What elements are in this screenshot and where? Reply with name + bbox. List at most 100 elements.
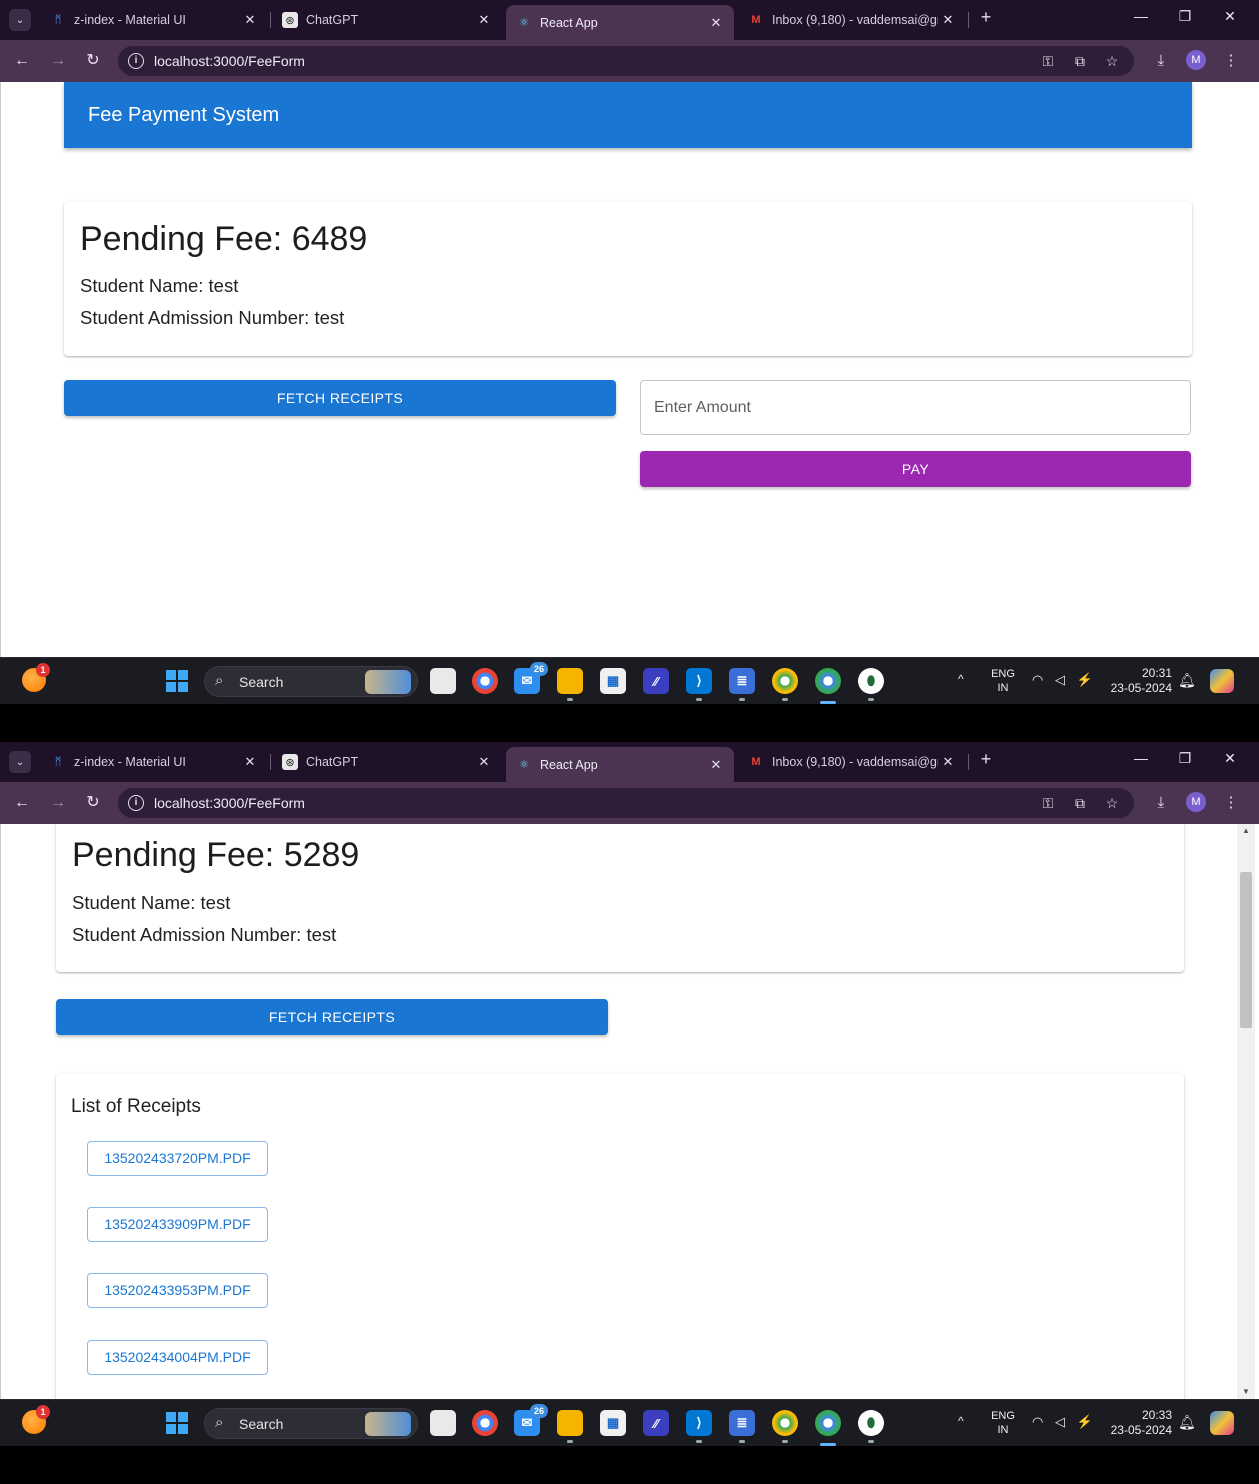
url-text[interactable]: localhost:3000/FeeForm [154,795,305,811]
tab-material-ui[interactable]: ᛗ z-index - Material UI ✕ [40,746,268,778]
url-text[interactable]: localhost:3000/FeeForm [154,53,305,69]
scroll-down-arrow-icon[interactable]: ▼ [1237,1385,1255,1399]
vscode-icon[interactable]: ⟩ [686,668,712,701]
mail-app-icon[interactable]: ✉ 26 [514,1404,548,1436]
weather-widget-icon[interactable]: 1 [22,663,50,692]
receipt-link[interactable]: 135202434004PM.PDF [87,1340,268,1375]
receipt-link[interactable]: 135202433953PM.PDF [87,1273,268,1308]
page-scrollbar[interactable]: ▲ ▼ [1237,824,1255,1399]
receipt-link[interactable]: 135202433720PM.PDF [87,1141,268,1176]
amount-input[interactable] [640,380,1191,435]
weather-widget-icon[interactable]: 1 [22,1405,50,1434]
store-icon[interactable]: ▦ [600,1410,626,1436]
clock[interactable]: 20:33 23-05-2024 [1104,1408,1172,1438]
chrome-active-icon[interactable] [815,668,841,694]
tab-react-app[interactable]: ⚛ React App ✕ [506,5,734,40]
tab-react-app[interactable]: ⚛ React App ✕ [506,747,734,782]
close-window-button[interactable]: ✕ [1218,750,1242,772]
notepad-icon[interactable]: ≣ [729,668,755,701]
install-app-icon[interactable]: ⧉ [1070,51,1090,71]
taskbar-search[interactable]: ⌕ Search [204,666,418,697]
windows-start-icon[interactable] [166,1412,188,1434]
site-info-icon[interactable]: i [128,53,144,69]
notification-bell-icon[interactable]: 🔔︎ [1178,672,1196,689]
close-tab-icon[interactable]: ✕ [938,12,958,28]
tray-overflow-icon[interactable]: ^ [958,672,964,686]
tray-overflow-icon[interactable]: ^ [958,1414,964,1428]
copilot-icon[interactable] [1210,669,1234,693]
chrome-active-icon[interactable] [815,1410,841,1436]
key-icon[interactable]: ⚿ [1038,793,1058,813]
task-view-icon[interactable] [430,668,456,694]
new-tab-button[interactable]: + [976,749,996,773]
chrome-icon[interactable] [472,1410,498,1436]
download-icon[interactable]: ⤓ [1150,792,1172,814]
profile-avatar[interactable]: M [1186,792,1206,812]
copilot-icon[interactable] [1210,1411,1234,1435]
vscode-icon[interactable]: ⟩ [686,1410,712,1443]
task-view-icon[interactable] [430,1410,456,1436]
tab-gmail[interactable]: M Inbox (9,180) - vaddemsai@gm ✕ [738,4,966,36]
wifi-volume-battery-icons[interactable]: ◠ ◁ ⚡ [1032,1414,1097,1430]
chrome-profile-icon[interactable] [772,668,798,701]
language-indicator[interactable]: ENG IN [988,667,1018,695]
restore-button[interactable]: ❐ [1173,750,1197,772]
mongodb-compass-icon[interactable]: ⁄⁄ [643,668,669,694]
wifi-volume-battery-icons[interactable]: ◠ ◁ ⚡ [1032,672,1097,688]
forward-button[interactable]: → [47,792,69,814]
install-app-icon[interactable]: ⧉ [1070,793,1090,813]
close-tab-icon[interactable]: ✕ [474,12,494,28]
language-indicator[interactable]: ENG IN [988,1409,1018,1437]
scroll-up-arrow-icon[interactable]: ▲ [1237,824,1255,838]
menu-dots-icon[interactable]: ⋮ [1220,792,1242,814]
tab-search-menu[interactable]: ⌄ [9,751,31,773]
mongodb-icon[interactable]: ⬮ [858,668,884,701]
address-bar[interactable]: i localhost:3000/FeeForm ⚿ ⧉ ☆ [118,788,1134,818]
chrome-icon[interactable] [472,668,498,694]
notification-bell-icon[interactable]: 🔔︎ [1178,1414,1196,1431]
site-info-icon[interactable]: i [128,795,144,811]
clock[interactable]: 20:31 23-05-2024 [1104,666,1172,696]
close-tab-icon[interactable]: ✕ [240,754,260,770]
close-tab-icon[interactable]: ✕ [474,754,494,770]
profile-avatar[interactable]: M [1186,50,1206,70]
fetch-receipts-button[interactable]: FETCH RECEIPTS [64,380,616,416]
download-icon[interactable]: ⤓ [1150,50,1172,72]
tab-search-menu[interactable]: ⌄ [9,9,31,31]
mongodb-compass-icon[interactable]: ⁄⁄ [643,1410,669,1436]
reload-button[interactable]: ↻ [82,792,104,814]
receipt-link[interactable]: 135202433909PM.PDF [87,1207,268,1242]
restore-button[interactable]: ❐ [1173,8,1197,30]
pay-button[interactable]: PAY [640,451,1191,487]
menu-dots-icon[interactable]: ⋮ [1220,50,1242,72]
mongodb-icon[interactable]: ⬮ [858,1410,884,1443]
bookmark-star-icon[interactable]: ☆ [1102,793,1122,813]
tab-material-ui[interactable]: ᛗ z-index - Material UI ✕ [40,4,268,36]
file-explorer-icon[interactable] [557,1410,583,1443]
notepad-icon[interactable]: ≣ [729,1410,755,1443]
minimize-button[interactable]: — [1129,750,1153,772]
reload-button[interactable]: ↻ [82,50,104,72]
address-bar[interactable]: i localhost:3000/FeeForm ⚿ ⧉ ☆ [118,46,1134,76]
taskbar-search[interactable]: ⌕ Search [204,1408,418,1439]
bookmark-star-icon[interactable]: ☆ [1102,51,1122,71]
close-tab-icon[interactable]: ✕ [240,12,260,28]
close-tab-icon[interactable]: ✕ [706,757,726,773]
mail-app-icon[interactable]: ✉ 26 [514,662,548,694]
fetch-receipts-button[interactable]: FETCH RECEIPTS [56,999,608,1035]
windows-start-icon[interactable] [166,670,188,692]
minimize-button[interactable]: — [1129,8,1153,30]
close-window-button[interactable]: ✕ [1218,8,1242,30]
new-tab-button[interactable]: + [976,7,996,31]
chrome-profile-icon[interactable] [772,1410,798,1443]
scrollbar-thumb[interactable] [1240,872,1252,1028]
close-tab-icon[interactable]: ✕ [706,15,726,31]
back-button[interactable]: ← [11,50,33,72]
forward-button[interactable]: → [47,50,69,72]
close-tab-icon[interactable]: ✕ [938,754,958,770]
tab-chatgpt[interactable]: ⊛ ChatGPT ✕ [272,4,502,36]
tab-chatgpt[interactable]: ⊛ ChatGPT ✕ [272,746,502,778]
key-icon[interactable]: ⚿ [1038,51,1058,71]
store-icon[interactable]: ▦ [600,668,626,694]
file-explorer-icon[interactable] [557,668,583,701]
